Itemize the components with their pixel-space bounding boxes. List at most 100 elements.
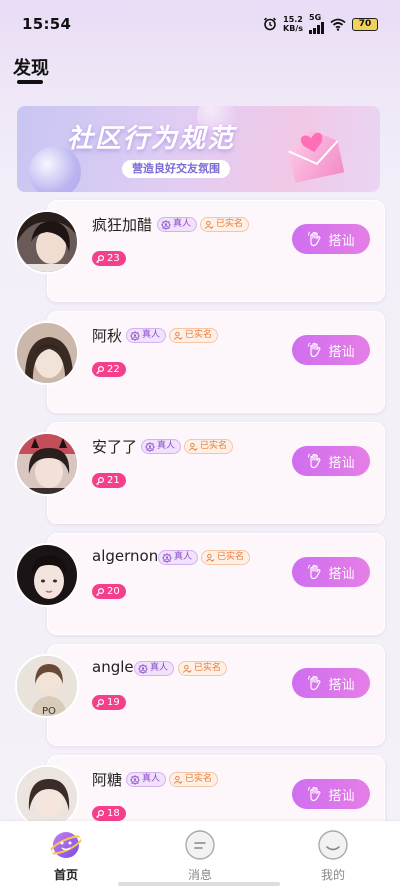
nav-label-profile: 我的: [320, 868, 345, 882]
greet-button-label: 搭讪: [328, 233, 355, 249]
nav-label-messages: 消息: [187, 868, 212, 882]
avatar[interactable]: [15, 432, 79, 496]
real-person-badge: 真人: [158, 550, 199, 565]
verified-person-icon: [173, 331, 183, 340]
verified-person-icon: [204, 220, 214, 229]
home-indicator: [118, 882, 280, 886]
verified-badge: 已实名: [178, 661, 228, 676]
count-pill: 23: [92, 251, 126, 266]
user-name: 安了了: [92, 438, 138, 456]
wave-hand-icon: [308, 564, 321, 580]
count-pill: 21: [92, 473, 126, 488]
wave-hand-icon: [308, 786, 321, 802]
verified-badge: 已实名: [184, 439, 234, 454]
greet-button-label: 搭讪: [328, 788, 355, 804]
status-bar: 15:54 15.2 KB/s 5G 70: [0, 0, 400, 48]
real-badge-label: 真人: [142, 330, 161, 340]
real-person-icon: [130, 774, 140, 785]
verified-badge-label: 已实名: [194, 663, 222, 673]
svg-text:PO: PO: [42, 706, 56, 717]
count-value: 23: [107, 253, 120, 264]
key-icon: [96, 698, 105, 707]
user-name: angle: [92, 658, 134, 676]
greet-button[interactable]: 搭讪: [292, 224, 370, 254]
nav-item-home[interactable]: 首页: [26, 829, 106, 883]
user-name: algernon: [92, 547, 159, 565]
heart-envelope-icon: [288, 128, 345, 183]
count-pill: 20: [92, 584, 126, 599]
real-person-icon: [130, 330, 140, 341]
bottom-nav: 首页 消息 我的: [0, 821, 400, 889]
profile-face-icon: [318, 830, 348, 860]
alarm-icon: [263, 17, 277, 31]
avatar[interactable]: PO: [15, 654, 79, 718]
verified-badge-label: 已实名: [200, 441, 228, 451]
page-title[interactable]: 发现: [13, 54, 49, 80]
verified-person-icon: [188, 442, 198, 451]
user-card[interactable]: 阿秋 真人 已实名 22 搭讪: [0, 309, 400, 417]
avatar[interactable]: [15, 321, 79, 385]
greet-button[interactable]: 搭讪: [292, 557, 370, 587]
greet-button-label: 搭讪: [328, 455, 355, 471]
real-person-badge: 真人: [134, 661, 175, 676]
verified-badge: 已实名: [200, 217, 250, 232]
real-badge-label: 真人: [150, 663, 169, 673]
real-person-icon: [145, 441, 155, 452]
greet-button[interactable]: 搭讪: [292, 446, 370, 476]
greet-button-label: 搭讪: [328, 344, 355, 360]
count-value: 22: [107, 364, 120, 375]
key-icon: [96, 587, 105, 596]
count-value: 18: [107, 808, 120, 819]
user-name: 疯狂加醋: [92, 216, 153, 234]
key-icon: [96, 809, 105, 818]
real-person-icon: [161, 219, 171, 230]
key-icon: [96, 365, 105, 374]
real-badge-label: 真人: [174, 552, 193, 562]
avatar[interactable]: [15, 543, 79, 607]
avatar[interactable]: [15, 210, 79, 274]
greet-button-label: 搭讪: [328, 566, 355, 582]
greet-button[interactable]: 搭讪: [292, 668, 370, 698]
greet-button[interactable]: 搭讪: [292, 335, 370, 365]
user-name: 阿秋: [92, 327, 123, 345]
count-pill: 18: [92, 806, 126, 821]
key-icon: [96, 254, 105, 263]
real-person-badge: 真人: [157, 217, 198, 232]
count-pill: 19: [92, 695, 126, 710]
count-value: 21: [107, 475, 120, 486]
verified-badge-label: 已实名: [185, 330, 213, 340]
message-icon: [185, 830, 215, 860]
net-speed: 15.2 KB/s: [283, 15, 303, 33]
verified-badge: 已实名: [169, 772, 219, 787]
verified-badge-label: 已实名: [216, 219, 244, 229]
real-person-badge: 真人: [141, 439, 182, 454]
real-badge-label: 真人: [157, 441, 176, 451]
banner-title: 社区行为规范: [67, 124, 236, 154]
wifi-icon: [330, 18, 346, 31]
user-card[interactable]: 疯狂加醋 真人 已实名 23 搭讪: [0, 198, 400, 306]
user-card[interactable]: 安了了 真人 已实名 21 搭讪: [0, 420, 400, 528]
nav-item-profile[interactable]: 我的: [293, 829, 373, 883]
planet-icon: [50, 832, 82, 858]
real-person-badge: 真人: [126, 328, 167, 343]
status-time: 15:54: [22, 15, 72, 33]
cellular-signal-icon: [309, 22, 324, 34]
greet-button[interactable]: 搭讪: [292, 779, 370, 809]
count-value: 19: [107, 697, 120, 708]
wave-hand-icon: [308, 453, 321, 469]
network-type: 5G: [309, 13, 322, 22]
community-rules-banner[interactable]: 社区行为规范 营造良好交友氛围: [17, 106, 380, 192]
nav-item-messages[interactable]: 消息: [160, 829, 240, 883]
key-icon: [96, 476, 105, 485]
verified-person-icon: [173, 775, 183, 784]
title-underline: [17, 80, 43, 84]
verified-badge: 已实名: [201, 550, 251, 565]
avatar[interactable]: [15, 765, 79, 829]
user-card[interactable]: PO angle 真人 已实名 19 搭讪: [0, 642, 400, 750]
real-person-icon: [162, 552, 172, 563]
count-value: 20: [107, 586, 120, 597]
user-card[interactable]: algernon 真人 已实名 20 搭讪: [0, 531, 400, 639]
real-badge-label: 真人: [173, 219, 192, 229]
battery-indicator: 70: [352, 17, 378, 31]
verified-person-icon: [182, 664, 192, 673]
